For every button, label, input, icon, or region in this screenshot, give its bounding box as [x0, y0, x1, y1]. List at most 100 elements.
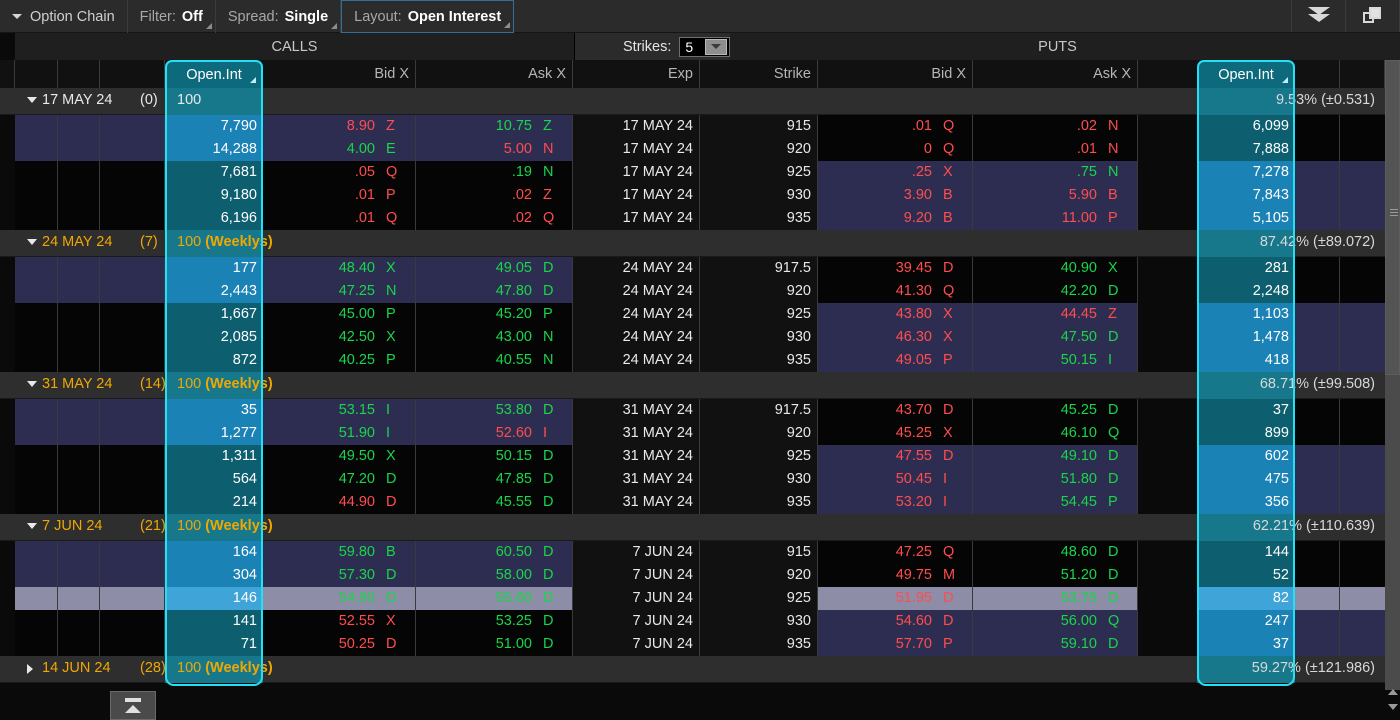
cell-puts-ask-exchange: P	[1103, 491, 1138, 514]
option-chain-row[interactable]: 6,196.01 Q .02 Q 17 MAY 24 935 9.20 B 11.00 P 5,10…	[0, 207, 1385, 230]
detach-window-button[interactable]	[1346, 0, 1400, 32]
cell-puts-open-int: 281	[1197, 257, 1295, 280]
cell-puts-bid: 50.45	[818, 468, 938, 491]
cell-calls-open-int: 71	[165, 633, 263, 656]
filter-dropdown[interactable]: Filter: Off	[128, 0, 216, 33]
cell-strike: 915	[700, 541, 818, 564]
option-chain-row[interactable]: 1,277 51.90 I 52.60 I 31 MAY 24 920 45.25 X 46.10…	[0, 422, 1385, 445]
option-chain-row[interactable]: 1,311 49.50 X 50.15 D 31 MAY 24 925 47.55 D 49.10…	[0, 445, 1385, 468]
option-chain-row[interactable]: 7,681.05 Q .19 N 17 MAY 24 925.25 X .75 N 7,278	[0, 161, 1385, 184]
option-chain-row[interactable]: 71 50.25 D 51.00 D 7 JUN 24 935 57.70 P 59.10 D 37	[0, 633, 1385, 656]
chevron-down-icon[interactable]	[27, 97, 37, 103]
cell-puts-open-int: 1,478	[1197, 326, 1295, 349]
cell-expiration: 7 JUN 24	[573, 587, 700, 610]
group-expiration-date: 24 MAY 24	[42, 234, 113, 250]
option-chain-row[interactable]: 35 53.15 I 53.80 D 31 MAY 24 917.5 43.70 D 45.25 D…	[0, 399, 1385, 422]
cell-expiration: 7 JUN 24	[573, 610, 700, 633]
option-chain-row[interactable]: 141 52.55 X 53.25 D 7 JUN 24 930 54.60 D 56.00 Q 24…	[0, 610, 1385, 633]
cell-strike: 930	[700, 610, 818, 633]
option-chain-row[interactable]: 7,790 8.90 Z 10.75 Z 17 MAY 24 915.01 Q .02 N 6,09…	[0, 115, 1385, 138]
cell-puts-ask-exchange: D	[1103, 587, 1138, 610]
option-chain-row[interactable]: 164 59.80 B 60.50 D 7 JUN 24 915 47.25 Q 48.60 D 14…	[0, 541, 1385, 564]
option-chain-row[interactable]: 564 47.20 D 47.85 D 31 MAY 24 930 50.45 I 51.80 D 4…	[0, 468, 1385, 491]
option-chain-row[interactable]: 872 40.25 P 40.55 N 24 MAY 24 935 49.05 P 50.15 I 4…	[0, 349, 1385, 372]
expiration-group-header[interactable]: 14 JUN 24 (28) 100 (Weeklys) 59.27% (±121.9…	[0, 656, 1385, 683]
cell-puts-bid: 39.45	[818, 257, 938, 280]
cell-puts-ask-exchange: X	[1103, 257, 1138, 280]
col-header-puts-ask[interactable]: Ask X	[973, 60, 1138, 88]
option-chain-row[interactable]: 214 44.90 D 45.55 D 31 MAY 24 935 53.20 I 54.45 P 3…	[0, 491, 1385, 514]
option-chain-row[interactable]: 14,288 4.00 E 5.00 N 17 MAY 24 920 0 Q .01 N 7,888	[0, 138, 1385, 161]
option-chain-row[interactable]: 1,667 45.00 P 45.20 P 24 MAY 24 925 43.80 X 44.45…	[0, 303, 1385, 326]
sort-corner-icon	[250, 77, 256, 83]
col-header-gutter-5[interactable]	[1340, 60, 1385, 88]
col-header-gutter-2[interactable]	[58, 60, 100, 88]
cell-puts-open-int: 418	[1197, 349, 1295, 372]
col-header-calls-ask[interactable]: Ask X	[416, 60, 573, 88]
col-header-exp[interactable]: Exp	[573, 60, 700, 88]
col-header-strike[interactable]: Strike	[700, 60, 818, 88]
col-header-gutter-3[interactable]	[100, 60, 165, 88]
expiration-group-header[interactable]: 31 MAY 24 (14) 100 (Weeklys) 68.71% (±99.50…	[0, 372, 1385, 399]
cell-puts-bid-exchange: X	[938, 422, 973, 445]
option-chain-row[interactable]: 2,443 47.25 N 47.80 D 24 MAY 24 920 41.30 Q 42.20…	[0, 280, 1385, 303]
scrollbar-arrows[interactable]	[1386, 686, 1399, 718]
option-chain-title-button[interactable]: Option Chain	[0, 0, 128, 33]
cell-calls-bid: 47.25	[263, 280, 381, 303]
chevron-down-icon[interactable]	[27, 523, 37, 529]
expiration-group-header[interactable]: 24 MAY 24 (7) 100 (Weeklys) 87.42% (±89.072…	[0, 230, 1385, 257]
cell-puts-ask: 46.10	[973, 422, 1103, 445]
collapse-bar-icon	[125, 698, 141, 702]
cell-puts-ask-exchange: D	[1103, 326, 1138, 349]
cell-expiration: 17 MAY 24	[573, 161, 700, 184]
vertical-scrollbar[interactable]	[1385, 60, 1400, 690]
expiration-group-header[interactable]: 17 MAY 24 (0) 100 9.53% (±0.531)	[0, 88, 1385, 115]
cell-calls-ask: 53.80	[416, 399, 538, 422]
col-header-calls-open-int[interactable]: Open.Int	[165, 60, 263, 88]
filter-value: Off	[181, 8, 203, 25]
col-header-puts-open-int[interactable]: Open.Int	[1197, 60, 1295, 88]
cell-calls-ask: 51.00	[416, 633, 538, 656]
cell-gutter-4	[1295, 610, 1340, 633]
band-left-gutter	[0, 33, 15, 60]
collapse-up-triangle-icon	[125, 705, 141, 713]
option-chain-row[interactable]: 146 54.90 D 55.60 D 7 JUN 24 925 51.95 D 53.75 D 82	[0, 587, 1385, 610]
cell-calls-ask: .02	[416, 184, 538, 207]
cell-calls-ask-exchange: Q	[538, 207, 573, 230]
option-chain-row[interactable]: 177 48.40 X 49.05 D 24 MAY 24 917.5 39.45 D 40.90…	[0, 257, 1385, 280]
chevron-down-icon[interactable]	[27, 381, 37, 387]
cell-calls-ask-exchange: Z	[538, 184, 573, 207]
group-multiplier: 100 (Weeklys)	[177, 234, 273, 250]
spread-dropdown[interactable]: Spread: Single	[216, 0, 342, 33]
col-header-gutter-4[interactable]	[1295, 60, 1340, 88]
cell-gutter-4	[1295, 445, 1340, 468]
chevron-right-icon[interactable]	[27, 664, 33, 674]
expiration-group-header[interactable]: 7 JUN 24 (21) 100 (Weeklys) 62.21% (±110.63…	[0, 514, 1385, 541]
cell-calls-open-int: 164	[165, 541, 263, 564]
scrollbar-grip-icon	[1390, 209, 1398, 216]
col-header-gutter-0	[0, 60, 15, 88]
cell-puts-open-int: 7,278	[1197, 161, 1295, 184]
strikes-select[interactable]: 5	[679, 36, 730, 57]
scroll-up-icon[interactable]	[1388, 689, 1398, 695]
option-chain-row[interactable]: 2,085 42.50 X 43.00 N 24 MAY 24 930 46.30 X 47.50…	[0, 326, 1385, 349]
cell-expiration: 7 JUN 24	[573, 564, 700, 587]
cell-calls-open-int: 35	[165, 399, 263, 422]
option-chain-row[interactable]: 9,180.01 P .02 Z 17 MAY 24 930 3.90 B 5.90 B 7,843	[0, 184, 1385, 207]
option-chain-row[interactable]: 304 57.30 D 58.00 D 7 JUN 24 920 49.75 M 51.20 D 52	[0, 564, 1385, 587]
scroll-down-icon[interactable]	[1388, 704, 1398, 710]
cell-calls-bid-exchange: D	[381, 468, 416, 491]
cell-gutter-5	[1340, 207, 1385, 230]
chevron-down-icon[interactable]	[27, 239, 37, 245]
cell-puts-bid-exchange: X	[938, 161, 973, 184]
vertical-scrollbar-thumb[interactable]	[1385, 60, 1400, 375]
col-header-gutter-1[interactable]	[15, 60, 58, 88]
collapse-all-button[interactable]	[1292, 0, 1346, 32]
cell-calls-open-int: 214	[165, 491, 263, 514]
cell-puts-open-int: 6,099	[1197, 115, 1295, 138]
col-header-calls-bid[interactable]: Bid X	[263, 60, 416, 88]
col-header-puts-bid[interactable]: Bid X	[818, 60, 973, 88]
collapse-to-top-button[interactable]	[110, 691, 156, 720]
layout-dropdown[interactable]: Layout: Open Interest	[341, 0, 515, 33]
cell-calls-ask-exchange: N	[538, 326, 573, 349]
